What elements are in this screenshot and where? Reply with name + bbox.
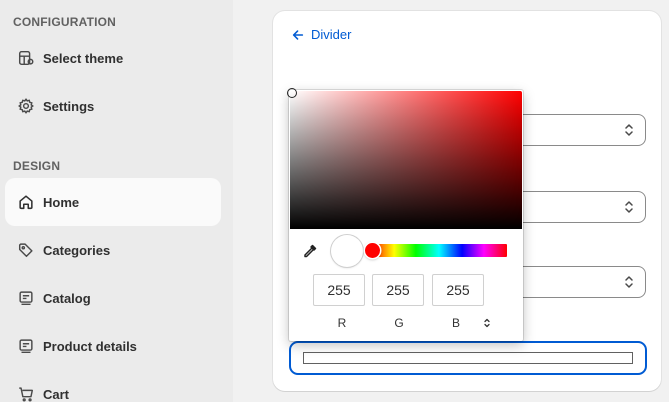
- cart-icon: [17, 385, 35, 402]
- select-chevron-icon: [625, 276, 633, 288]
- color-mode-toggle-icon[interactable]: [482, 316, 492, 330]
- color-swatch: [303, 352, 633, 364]
- sidebar-item-settings[interactable]: Settings: [5, 82, 221, 130]
- sidebar-item-select-theme[interactable]: Select theme: [5, 34, 221, 82]
- sidebar-item-label: Product details: [43, 338, 137, 354]
- back-link[interactable]: Divider: [291, 27, 351, 42]
- saturation-handle[interactable]: [287, 88, 297, 98]
- b-label: B: [451, 316, 460, 330]
- color-field-focused[interactable]: [289, 341, 647, 375]
- sidebar: CONFIGURATION Select theme Settings DESI…: [0, 0, 233, 402]
- sidebar-item-label: Settings: [43, 98, 95, 114]
- sidebar-item-home[interactable]: Home: [5, 178, 221, 226]
- sidebar-item-label: Home: [43, 194, 80, 210]
- sidebar-item-product-details[interactable]: Product details: [5, 322, 221, 370]
- eyedropper-icon[interactable]: [302, 243, 318, 259]
- arrow-left-icon: [292, 29, 304, 40]
- r-input[interactable]: 255: [313, 274, 365, 306]
- g-label: G: [394, 316, 404, 330]
- sidebar-item-catalog[interactable]: Catalog: [5, 274, 221, 322]
- back-link-label: Divider: [311, 27, 352, 42]
- design-section-title: DESIGN: [13, 159, 61, 173]
- g-input[interactable]: 255: [372, 274, 424, 306]
- hue-slider-handle[interactable]: [365, 243, 380, 258]
- gear-icon: [17, 97, 35, 115]
- b-input[interactable]: 255: [432, 274, 484, 306]
- sidebar-item-label: Select theme: [43, 50, 124, 66]
- tag-icon: [17, 241, 35, 259]
- sidebar-item-label: Cart: [43, 386, 70, 402]
- saturation-area[interactable]: [287, 88, 522, 229]
- theme-icon: [17, 49, 35, 67]
- r-label: R: [337, 316, 347, 330]
- sidebar-item-categories[interactable]: Categories: [5, 226, 221, 274]
- sidebar-item-cart[interactable]: Cart: [5, 370, 221, 402]
- color-picker-popover: 255 255 255 R G B: [287, 88, 523, 341]
- color-preview: [331, 235, 363, 267]
- catalog-icon: [17, 289, 35, 307]
- select-chevron-icon: [625, 201, 633, 213]
- configuration-section-title: CONFIGURATION: [13, 15, 117, 29]
- select-chevron-icon: [625, 124, 633, 136]
- sidebar-item-label: Categories: [43, 242, 111, 258]
- sidebar-item-label: Catalog: [43, 290, 91, 306]
- home-icon: [17, 193, 35, 211]
- hue-slider[interactable]: [365, 243, 507, 258]
- product-icon: [17, 337, 35, 355]
